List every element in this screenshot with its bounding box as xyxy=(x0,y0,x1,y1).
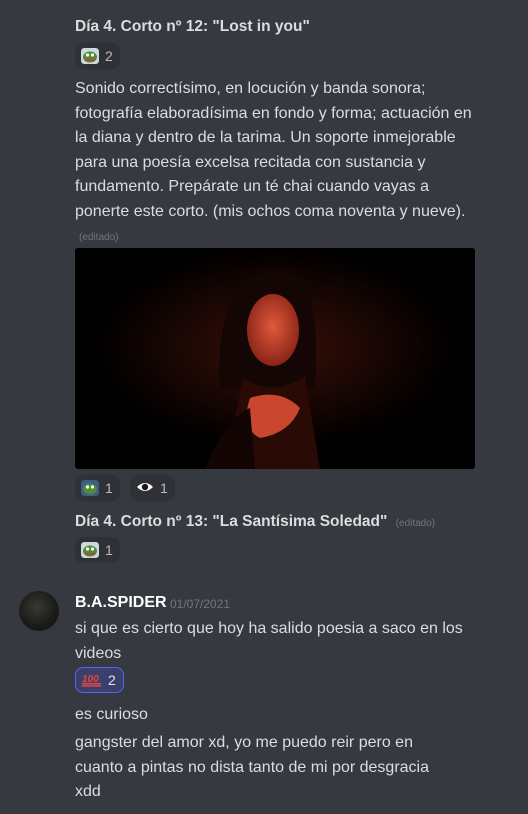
pepe-icon xyxy=(81,542,99,558)
username[interactable]: B.A.SPIDER xyxy=(75,594,167,612)
message-line: es curioso xyxy=(75,706,148,723)
edited-label: (editado) xyxy=(395,518,436,529)
hundred-icon: 100 xyxy=(82,671,102,690)
edited-label: (editado) xyxy=(79,232,119,243)
reaction-count: 1 xyxy=(105,480,113,496)
reaction-count: 1 xyxy=(160,480,168,496)
reaction-100[interactable]: 100 2 xyxy=(75,667,124,693)
timestamp: 01/07/2021 xyxy=(170,597,231,611)
reaction-count: 2 xyxy=(108,672,116,688)
message-line: gangster del amor xd, yo me puedo reir p… xyxy=(75,734,429,800)
post-title-12: Día 4. Corto nº 12: "Lost in you" xyxy=(75,18,310,36)
post-title-13: Día 4. Corto nº 13: "La Santísima Soleda… xyxy=(75,513,435,531)
reaction-pepe[interactable]: 1 xyxy=(75,537,120,563)
reaction-eye[interactable]: 1 xyxy=(130,475,175,501)
post-title-text: Día 4. Corto nº 12: "Lost in you" xyxy=(75,18,310,35)
message-line: si que es cierto que hoy ha salido poesi… xyxy=(75,620,463,662)
eye-icon xyxy=(136,480,154,497)
reaction-pepe-video[interactable]: 1 xyxy=(75,475,120,501)
video-thumbnail xyxy=(75,248,475,469)
reaction-count: 1 xyxy=(105,542,113,558)
post-body-text: Sonido correctísimo, en locución y banda… xyxy=(75,80,472,220)
pepe-icon xyxy=(81,480,99,496)
reaction-count: 2 xyxy=(105,48,113,64)
video-embed[interactable] xyxy=(75,248,475,469)
pepe-icon xyxy=(81,48,99,64)
post-body: Sonido correctísimo, en locución y banda… xyxy=(75,77,475,251)
avatar[interactable] xyxy=(19,591,59,631)
reaction-pepe[interactable]: 2 xyxy=(75,43,120,69)
post-title-text: Día 4. Corto nº 13: "La Santísima Soleda… xyxy=(75,513,388,530)
